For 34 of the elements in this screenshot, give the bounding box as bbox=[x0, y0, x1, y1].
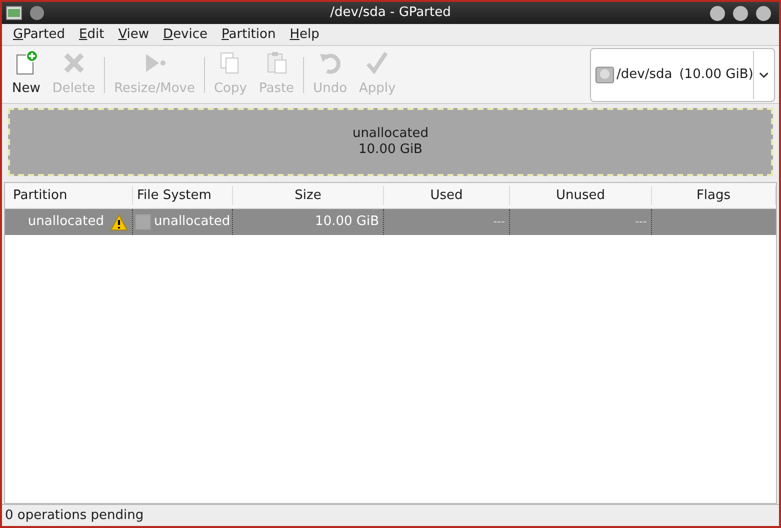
device-selector[interactable]: /dev/sda (10.00 GiB) bbox=[590, 48, 775, 102]
menu-item[interactable]: Partition bbox=[214, 24, 283, 44]
column-header[interactable]: Used bbox=[384, 186, 510, 206]
menu-item[interactable]: Help bbox=[282, 24, 326, 44]
maximize-button[interactable] bbox=[733, 6, 748, 20]
table-cell-text: unallocated bbox=[154, 213, 230, 232]
menu-item[interactable]: View bbox=[111, 24, 156, 44]
window-title: /dev/sda - GParted bbox=[330, 4, 451, 22]
toolbar-button[interactable]: New bbox=[6, 50, 46, 99]
app-icon bbox=[6, 6, 22, 20]
close-button[interactable] bbox=[756, 6, 771, 20]
column-header[interactable]: File System bbox=[133, 186, 233, 206]
table-cell-text: 10.00 GiB bbox=[315, 213, 379, 232]
window-menu-button[interactable] bbox=[30, 6, 44, 20]
checkmark-icon bbox=[364, 50, 390, 76]
table-cell-text: --- bbox=[493, 214, 505, 230]
column-header[interactable]: Unused bbox=[510, 186, 652, 206]
column-header[interactable]: Partition bbox=[5, 186, 133, 206]
column-header[interactable]: Flags bbox=[652, 186, 776, 206]
device-size: (10.00 GiB) bbox=[679, 66, 754, 84]
menu-item[interactable]: Edit bbox=[72, 24, 112, 44]
table-cell-text: unallocated bbox=[28, 213, 104, 232]
device-name: /dev/sda bbox=[616, 66, 672, 84]
partition-label: unallocated bbox=[352, 126, 429, 142]
menu-item[interactable]: Device bbox=[156, 24, 215, 44]
disk-map-unallocated[interactable]: unallocated 10.00 GiB bbox=[8, 108, 773, 176]
minimize-button[interactable] bbox=[710, 6, 725, 20]
menu-item[interactable]: GParted bbox=[6, 24, 72, 44]
table-cell-text: --- bbox=[635, 214, 647, 230]
file-system-swatch bbox=[135, 214, 151, 230]
status-text: 0 operations pending bbox=[5, 506, 144, 525]
partition-size: 10.00 GiB bbox=[358, 142, 422, 158]
column-header[interactable]: Size bbox=[233, 186, 384, 206]
chevron-down-icon bbox=[757, 70, 771, 80]
